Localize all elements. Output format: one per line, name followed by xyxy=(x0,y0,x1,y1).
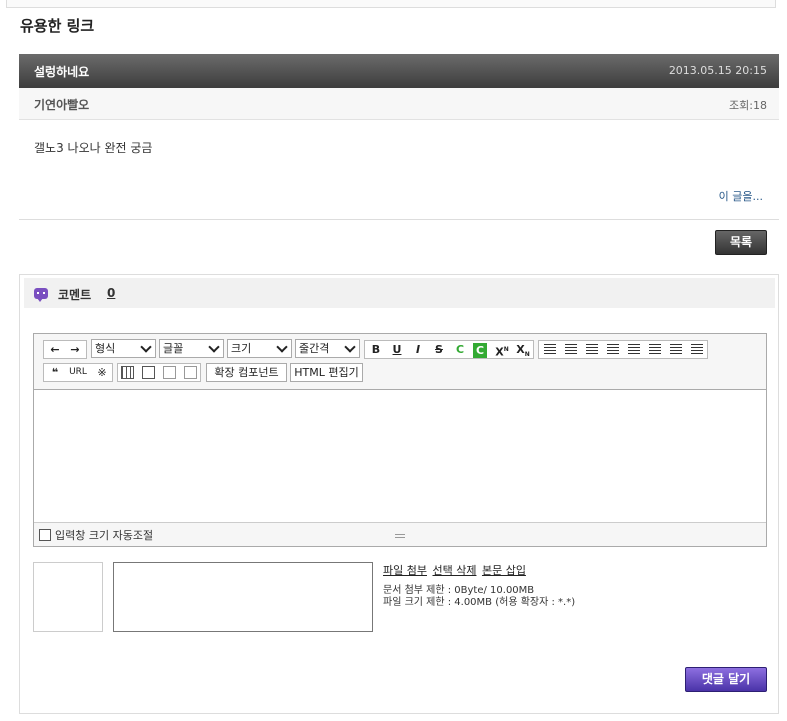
author-posts-link[interactable]: 이 글을... xyxy=(719,188,763,204)
table-icon[interactable] xyxy=(121,366,134,379)
file-preview xyxy=(33,562,103,632)
delete-selected-link[interactable]: 선택 삭제 xyxy=(432,564,476,577)
autosize-label: 입력창 크기 자동조절 xyxy=(55,529,154,542)
comment-count[interactable]: 0 xyxy=(107,286,115,300)
comment-editor: ← → 형식 글꼴 크기 줄간격 B U I S C C XN XN ❝ URL… xyxy=(33,333,767,547)
subscript-x: X xyxy=(516,343,525,356)
undo-icon[interactable]: ← xyxy=(46,342,64,357)
paragraph-group xyxy=(538,340,708,359)
attach-file-link[interactable]: 파일 첨부 xyxy=(383,564,427,577)
list-button[interactable]: 목록 xyxy=(715,230,767,255)
superscript-button[interactable]: XN xyxy=(493,342,511,359)
insert-into-body-link[interactable]: 본문 삽입 xyxy=(482,564,526,577)
post-body: 갤노3 나오나 완전 궁금 xyxy=(34,141,153,155)
post-author[interactable]: 기연아빨오 xyxy=(34,96,89,113)
file-actions: 파일 첨부 선택 삭제 본문 삽입 xyxy=(383,562,528,578)
post-header: 설렁하네요 2013.05.15 20:15 xyxy=(19,54,779,88)
history-group: ← → xyxy=(43,340,87,359)
html-editor-button[interactable]: HTML 편집기 xyxy=(290,363,363,382)
ext-component-button[interactable]: 확장 컴포넌트 xyxy=(206,363,287,382)
superscript-x: X xyxy=(495,345,504,359)
top-bar xyxy=(6,0,776,8)
underline-button[interactable]: U xyxy=(389,342,405,357)
editor-input-area[interactable] xyxy=(34,390,766,522)
redo-icon[interactable]: → xyxy=(66,342,84,357)
align-center-icon[interactable] xyxy=(565,344,577,355)
editor-toolbar: ← → 형식 글꼴 크기 줄간격 B U I S C C XN XN ❝ URL… xyxy=(34,334,766,390)
line-height-select[interactable]: 줄간격 xyxy=(295,339,360,358)
url-button[interactable]: URL xyxy=(66,365,90,380)
split-cell-icon[interactable] xyxy=(184,366,197,379)
indent-icon[interactable] xyxy=(691,344,703,355)
format-select[interactable]: 형식 xyxy=(91,339,156,358)
bold-button[interactable]: B xyxy=(368,342,384,357)
comment-section: 코멘트 0 ← → 형식 글꼴 크기 줄간격 B U I S C C XN XN xyxy=(19,274,779,714)
outdent-icon[interactable] xyxy=(670,344,682,355)
doc-limit: 문서 첨부 제한 : 0Byte/ 10.00MB xyxy=(383,585,535,596)
file-list[interactable] xyxy=(113,562,373,632)
table-group xyxy=(117,363,201,382)
board-title: 유용한 링크 xyxy=(20,17,95,35)
post-views: 조회:18 xyxy=(729,99,767,112)
subscript-mark: N xyxy=(524,351,530,359)
align-right-icon[interactable] xyxy=(586,344,598,355)
strike-button[interactable]: S xyxy=(431,342,447,357)
post-date: 2013.05.15 20:15 xyxy=(668,64,767,77)
superscript-mark: N xyxy=(503,346,509,353)
divider xyxy=(19,219,779,220)
post-meta: 기연아빨오 조회:18 xyxy=(19,88,779,120)
cell-icon[interactable] xyxy=(142,366,155,379)
bg-color-button[interactable]: C xyxy=(473,343,487,358)
submit-comment-button[interactable]: 댓글 달기 xyxy=(685,667,767,692)
comment-bubble-icon xyxy=(34,288,48,302)
align-left-icon[interactable] xyxy=(544,344,556,355)
autosize-checkbox[interactable] xyxy=(39,529,51,541)
post-title: 설렁하네요 xyxy=(34,65,90,79)
merge-cell-icon[interactable] xyxy=(163,366,176,379)
ordered-list-icon[interactable] xyxy=(628,344,640,355)
comment-label: 코멘트 xyxy=(58,288,92,302)
text-style-group: B U I S C C XN XN xyxy=(364,340,534,359)
insert-group: ❝ URL ※ xyxy=(43,363,113,382)
font-color-button[interactable]: C xyxy=(452,342,468,357)
italic-button[interactable]: I xyxy=(410,342,426,357)
font-select[interactable]: 글꼴 xyxy=(159,339,224,358)
quote-icon[interactable]: ❝ xyxy=(46,365,64,380)
align-justify-icon[interactable] xyxy=(607,344,619,355)
comment-header: 코멘트 0 xyxy=(24,278,775,308)
editor-footer: 입력창 크기 자동조절 xyxy=(34,522,766,546)
size-select[interactable]: 크기 xyxy=(227,339,292,358)
file-limit: 파일 크기 제한 : 4.00MB (허용 확장자 : *.*) xyxy=(383,597,576,608)
unordered-list-icon[interactable] xyxy=(649,344,661,355)
file-info: 문서 첨부 제한 : 0Byte/ 10.00MB 파일 크기 제한 : 4.0… xyxy=(383,585,575,609)
resize-grip-icon[interactable] xyxy=(395,534,405,538)
subscript-button[interactable]: XN xyxy=(514,342,532,359)
special-char-button[interactable]: ※ xyxy=(93,365,111,380)
